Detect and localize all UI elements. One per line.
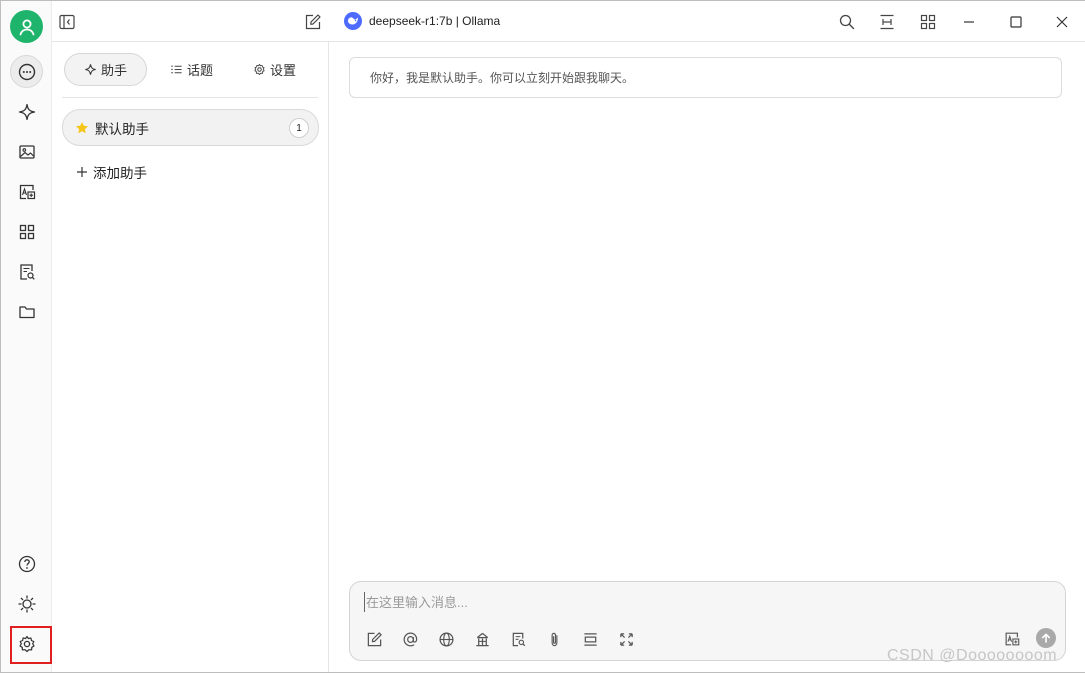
assistants-panel: 助手 话题 设置 默认助手 1 添加助手 <box>52 42 329 672</box>
chat-icon <box>18 63 35 80</box>
clear-context-button[interactable] <box>580 629 600 649</box>
toggle-sidebar-button[interactable] <box>56 11 78 33</box>
panel-tabs: 助手 话题 设置 <box>52 42 329 98</box>
new-chat-button[interactable] <box>302 11 324 33</box>
rail-item-chat[interactable] <box>10 55 43 88</box>
attach-button[interactable] <box>544 629 564 649</box>
star-icon <box>76 121 88 133</box>
apps-icon <box>19 224 34 239</box>
image-icon <box>18 144 35 159</box>
library-icon <box>475 632 489 646</box>
theme-toggle[interactable] <box>10 587 43 620</box>
mention-model-button[interactable] <box>400 629 420 649</box>
topic-count-badge: 1 <box>289 118 309 138</box>
rail-item-paintings[interactable] <box>10 135 43 168</box>
narrow-mode-button[interactable] <box>876 11 898 33</box>
maximize-button[interactable] <box>1005 11 1027 33</box>
tab-topics-label: 话题 <box>187 63 214 78</box>
grid-icon <box>920 14 936 30</box>
sidebar-toggle-icon <box>59 14 75 30</box>
folder-icon <box>18 305 35 318</box>
tab-assistants-label: 助手 <box>100 63 127 78</box>
welcome-message: 你好，我是默认助手。你可以立刻开始跟我聊天。 <box>349 57 1062 98</box>
assistant-name: 默认助手 <box>95 121 149 137</box>
theme-icon <box>17 594 36 613</box>
list-icon <box>171 65 182 74</box>
tab-assistants[interactable]: 助手 <box>64 53 147 86</box>
expand-width-icon <box>880 14 894 30</box>
minimize-button[interactable] <box>958 11 980 33</box>
assistant-item-default[interactable]: 默认助手 1 <box>62 109 319 146</box>
left-rail <box>1 1 52 672</box>
edit-icon <box>367 631 382 646</box>
settings-highlight-box <box>10 626 52 664</box>
quick-phrases-button[interactable] <box>508 629 528 649</box>
knowledge-icon <box>19 263 35 280</box>
expand-input-button[interactable] <box>616 629 636 649</box>
minimize-icon <box>964 21 974 23</box>
edit-icon <box>305 14 321 30</box>
tabs-divider <box>62 97 318 98</box>
help-button[interactable] <box>10 547 43 580</box>
minapps-button[interactable] <box>917 11 939 33</box>
maximize-icon <box>1010 16 1022 28</box>
chat-area: 你好，我是默认助手。你可以立刻开始跟我聊天。 <box>329 42 1085 672</box>
gear-icon <box>254 63 265 75</box>
welcome-text: 你好，我是默认助手。你可以立刻开始跟我聊天。 <box>370 71 635 85</box>
rail-item-translate[interactable] <box>10 175 43 208</box>
globe-icon <box>438 631 454 647</box>
knowledge-base-button[interactable] <box>472 629 492 649</box>
search-icon <box>839 14 855 30</box>
app-window: deepseek-r1:7b | Ollama 助手 话题 设置 默认助手 1 … <box>0 0 1085 673</box>
sparkle-icon <box>85 64 96 75</box>
translate-input-button[interactable] <box>1002 629 1022 649</box>
user-icon <box>19 19 34 35</box>
translate-icon <box>19 184 35 199</box>
close-button[interactable] <box>1051 11 1073 33</box>
rail-item-agents[interactable] <box>10 95 43 128</box>
web-search-button[interactable] <box>436 629 456 649</box>
plus-icon <box>77 167 87 177</box>
rail-item-apps[interactable] <box>10 215 43 248</box>
sparkle-icon <box>18 103 35 120</box>
deepseek-logo-icon <box>344 12 362 30</box>
model-title[interactable]: deepseek-r1:7b | Ollama <box>369 14 500 28</box>
context-icon <box>583 632 597 646</box>
rail-item-knowledge[interactable] <box>10 255 43 288</box>
avatar[interactable] <box>10 10 43 43</box>
add-assistant-label: 添加助手 <box>93 166 147 181</box>
message-input[interactable] <box>364 592 964 612</box>
expand-icon <box>619 632 633 646</box>
tab-topics[interactable]: 话题 <box>170 53 213 86</box>
tab-settings[interactable]: 设置 <box>253 53 296 86</box>
arrow-up-icon <box>1042 633 1050 643</box>
rail-item-files[interactable] <box>10 295 43 328</box>
document-search-icon <box>512 632 525 646</box>
paperclip-icon <box>551 632 557 646</box>
new-topic-button[interactable] <box>364 629 384 649</box>
search-button[interactable] <box>836 11 858 33</box>
title-bar: deepseek-r1:7b | Ollama <box>52 1 1085 42</box>
help-icon <box>18 555 35 572</box>
add-assistant-button[interactable]: 添加助手 <box>76 162 147 182</box>
watermark: CSDN @Doooooooom <box>887 647 1058 664</box>
tab-settings-label: 设置 <box>270 63 297 78</box>
at-icon <box>403 632 417 646</box>
close-icon <box>1056 16 1068 28</box>
translate-icon <box>1005 632 1020 646</box>
send-button[interactable] <box>1036 628 1056 648</box>
